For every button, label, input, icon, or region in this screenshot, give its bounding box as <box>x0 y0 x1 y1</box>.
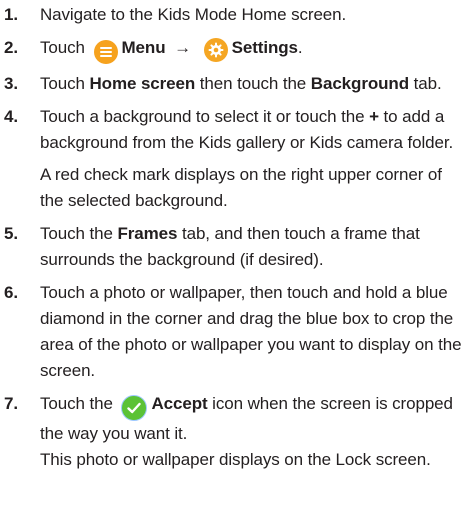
plus-label: + <box>369 107 379 126</box>
step-number: 3. <box>4 74 18 93</box>
step-7: 7. Touch the Accept icon when the screen… <box>4 391 465 473</box>
step-3: 3. Touch Home screen then touch the Back… <box>4 71 465 97</box>
settings-icon <box>203 38 228 62</box>
step-text: Navigate to the Kids Mode Home screen. <box>40 5 347 24</box>
step-5: 5. Touch the Frames tab, and then touch … <box>4 221 465 273</box>
step-6: 6. Touch a photo or wallpaper, then touc… <box>4 280 465 384</box>
step-text: Touch <box>40 38 85 57</box>
step-text: tab. <box>408 74 442 93</box>
check-circle-icon <box>121 395 148 421</box>
step-1: 1. Navigate to the Kids Mode Home screen… <box>4 2 465 28</box>
step-number: 1. <box>4 5 18 24</box>
accept-label: Accept <box>151 394 208 413</box>
frames-tab-label: Frames <box>117 224 178 243</box>
step-number: 4. <box>4 107 18 126</box>
step-text: Touch a background to select it or touch… <box>40 107 370 126</box>
step-number: 5. <box>4 224 18 243</box>
home-screen-label: Home screen <box>89 74 196 93</box>
step-text: Touch a photo or wallpaper, then touch a… <box>40 283 462 380</box>
arrow-right-icon: → <box>174 38 192 57</box>
step-text: then touch the <box>195 74 311 93</box>
step-number: 6. <box>4 283 18 302</box>
step-2: 2. Touch Menu → Settings. <box>4 35 465 64</box>
step-number: 2. <box>4 38 18 57</box>
step-4: 4. Touch a background to select it or to… <box>4 104 465 214</box>
step-text: Touch the <box>40 224 118 243</box>
menu-label: Menu <box>121 38 166 57</box>
step-text: . <box>297 38 303 57</box>
background-tab-label: Background <box>310 74 409 93</box>
step-text: Touch the <box>40 394 113 413</box>
step-note: This photo or wallpaper displays on the … <box>40 450 431 469</box>
step-text: Touch <box>40 74 90 93</box>
settings-label: Settings <box>231 38 298 57</box>
step-number: 7. <box>4 394 18 413</box>
step-note: A red check mark displays on the right u… <box>40 165 442 210</box>
instruction-page: 1. Navigate to the Kids Mode Home screen… <box>0 0 471 509</box>
steps-list: 1. Navigate to the Kids Mode Home screen… <box>4 2 465 473</box>
menu-icon <box>93 40 118 64</box>
